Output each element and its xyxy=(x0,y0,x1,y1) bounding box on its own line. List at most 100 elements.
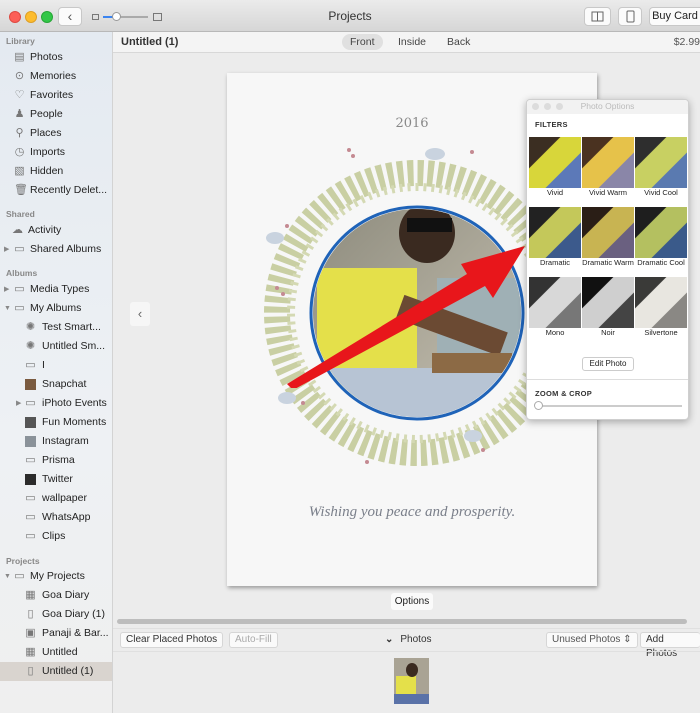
sidebar-item-media-types[interactable]: ▶ ▭ Media Types xyxy=(0,280,112,299)
unused-photos-select[interactable]: Unused Photos ⇕ xyxy=(546,632,638,648)
add-photos-button[interactable]: Add Photos xyxy=(640,632,700,659)
sidebar-item-fun-moments[interactable]: Fun Moments xyxy=(0,413,112,432)
hidden-icon: ▧ xyxy=(14,165,25,177)
filter-vivid-warm[interactable]: Vivid Warm xyxy=(582,137,634,197)
sidebar-item-recently-deleted[interactable]: 🗑 Recently Delet... xyxy=(0,181,112,200)
sidebar-item-label: Shared Albums xyxy=(30,243,102,255)
memories-icon: ⊙ xyxy=(14,70,25,82)
filter-dramatic-cool[interactable]: Dramatic Cool xyxy=(635,207,687,267)
sidebar-item-label: Activity xyxy=(28,224,62,236)
sidebar-item-iphoto-events[interactable]: ▶ ▭ iPhoto Events xyxy=(0,394,112,413)
edit-photo-button[interactable]: Edit Photo xyxy=(582,357,634,371)
sidebar-item-prisma[interactable]: ▭ Prisma xyxy=(0,451,112,470)
sidebar-item-my-projects[interactable]: ▼ ▭ My Projects xyxy=(0,567,112,586)
sidebar-item-label: Test Smart... xyxy=(42,321,101,333)
sidebar-item-label: Goa Diary (1) xyxy=(42,608,106,620)
sidebar-item-untitled[interactable]: ▦ Untitled xyxy=(0,643,112,662)
sidebar-item-label: Hidden xyxy=(30,165,64,177)
zoom-crop-slider-knob[interactable] xyxy=(534,401,543,410)
disclosure-triangle-collapsed-icon[interactable]: ▶ xyxy=(4,240,9,259)
sidebar-item-photos[interactable]: ▤ Photos xyxy=(0,48,112,67)
photo-options-panel: Photo Options FILTERS Vivid Vivid Warm V… xyxy=(526,99,689,420)
book-view-button[interactable] xyxy=(584,7,611,26)
sidebar-item-snapchat[interactable]: Snapchat xyxy=(0,375,112,394)
disclosure-triangle-expanded-icon[interactable]: ▼ xyxy=(4,299,11,318)
disclosure-triangle-collapsed-icon[interactable]: ▶ xyxy=(4,280,9,299)
sidebar-item-goa-diary[interactable]: ▦ Goa Diary xyxy=(0,586,112,605)
tab-inside[interactable]: Inside xyxy=(390,34,434,50)
filter-vivid[interactable]: Vivid xyxy=(529,137,581,197)
disclosure-triangle-expanded-icon[interactable]: ▼ xyxy=(4,567,11,586)
book-icon xyxy=(591,11,604,22)
filter-vivid-cool[interactable]: Vivid Cool xyxy=(635,137,687,197)
zoom-crop-heading: ZOOM & CROP xyxy=(535,389,593,398)
sidebar-item-wallpaper[interactable]: ▭ wallpaper xyxy=(0,489,112,508)
sidebar-item-instagram[interactable]: Instagram xyxy=(0,432,112,451)
album-thumb-icon xyxy=(25,417,36,428)
sidebar-item-memories[interactable]: ⊙ Memories xyxy=(0,67,112,86)
filter-preview-image xyxy=(582,207,634,258)
auto-fill-button[interactable]: Auto-Fill xyxy=(229,632,278,648)
sidebar-item-i[interactable]: ▭ I xyxy=(0,356,112,375)
clock-icon: ◷ xyxy=(14,146,25,158)
heart-icon: ♡ xyxy=(14,89,25,101)
filter-preview-image xyxy=(635,277,687,328)
calendar-icon: ▣ xyxy=(25,627,36,639)
sidebar-item-favorites[interactable]: ♡ Favorites xyxy=(0,86,112,105)
filter-mono[interactable]: Mono xyxy=(529,277,581,337)
sidebar-item-places[interactable]: ⚲ Places xyxy=(0,124,112,143)
tab-front[interactable]: Front xyxy=(342,34,383,50)
card-icon: ▯ xyxy=(27,665,34,677)
buy-card-button[interactable]: Buy Card xyxy=(649,7,700,26)
album-icon: ▭ xyxy=(25,511,36,523)
sidebar-item-hidden[interactable]: ▧ Hidden xyxy=(0,162,112,181)
tab-back[interactable]: Back xyxy=(439,34,478,50)
card-message-text[interactable]: Wishing you peace and prosperity. xyxy=(227,504,597,521)
zoom-crop-slider[interactable] xyxy=(537,405,682,407)
sidebar-item-label: Favorites xyxy=(30,89,74,101)
filter-preview-image xyxy=(529,207,581,258)
cloud-icon: ☁ xyxy=(12,224,23,236)
filter-preview-image xyxy=(529,137,581,188)
sidebar-item-whatsapp[interactable]: ▭ WhatsApp xyxy=(0,508,112,527)
sidebar-item-test-smart[interactable]: ✺ Test Smart... xyxy=(0,318,112,337)
filter-dramatic[interactable]: Dramatic xyxy=(529,207,581,267)
sidebar-item-label: WhatsApp xyxy=(42,511,91,523)
sidebar-item-untitled-1[interactable]: ▯ Untitled (1) xyxy=(0,662,112,681)
filter-label: Dramatic Warm xyxy=(582,258,634,267)
sidebar-item-shared-albums[interactable]: ▶ ▭ Shared Albums xyxy=(0,240,112,259)
sidebar-item-people[interactable]: ♟ People xyxy=(0,105,112,124)
filter-preview-image xyxy=(582,277,634,328)
sidebar-item-label: Untitled Sm... xyxy=(42,340,106,352)
clear-placed-photos-button[interactable]: Clear Placed Photos xyxy=(120,632,224,648)
filter-dramatic-warm[interactable]: Dramatic Warm xyxy=(582,207,634,267)
album-thumb-icon xyxy=(25,474,36,485)
sidebar-item-goa-diary-1[interactable]: ▯ Goa Diary (1) xyxy=(0,605,112,624)
sidebar-item-imports[interactable]: ◷ Imports xyxy=(0,143,112,162)
sidebar-item-my-albums[interactable]: ▼ ▭ My Albums xyxy=(0,299,112,318)
photos-icon: ▤ xyxy=(14,51,25,63)
sidebar-item-twitter[interactable]: Twitter xyxy=(0,470,112,489)
disclosure-triangle-collapsed-icon[interactable]: ▶ xyxy=(16,394,21,413)
tray-photo-thumbnail[interactable] xyxy=(394,658,429,704)
sidebar-item-label: Instagram xyxy=(42,435,89,447)
sidebar-item-label: Recently Delet... xyxy=(30,184,108,196)
sidebar-item-untitled-smart[interactable]: ✺ Untitled Sm... xyxy=(0,337,112,356)
previous-page-button[interactable]: ‹ xyxy=(130,302,150,326)
sidebar-item-label: My Projects xyxy=(30,570,85,582)
device-view-button[interactable] xyxy=(618,7,642,26)
chevron-down-icon: ⌄ xyxy=(385,634,394,645)
sidebar-item-label: Twitter xyxy=(42,473,73,485)
sidebar-item-activity[interactable]: ☁ Activity xyxy=(0,221,112,240)
sidebar-item-panaji[interactable]: ▣ Panaji & Bar... xyxy=(0,624,112,643)
filter-silvertone[interactable]: Silvertone xyxy=(635,277,687,337)
filter-label: Dramatic Cool xyxy=(637,258,685,267)
photos-tray-toggle[interactable]: ⌄ Photos xyxy=(385,634,432,645)
sidebar-item-clips[interactable]: ▭ Clips xyxy=(0,527,112,546)
sidebar-item-label: Goa Diary xyxy=(42,589,90,601)
photos-tray xyxy=(113,651,700,713)
options-button[interactable]: Options xyxy=(391,593,433,610)
filter-noir[interactable]: Noir xyxy=(582,277,634,337)
filter-label: Vivid xyxy=(546,188,564,197)
horizontal-scrollbar[interactable] xyxy=(117,619,687,624)
